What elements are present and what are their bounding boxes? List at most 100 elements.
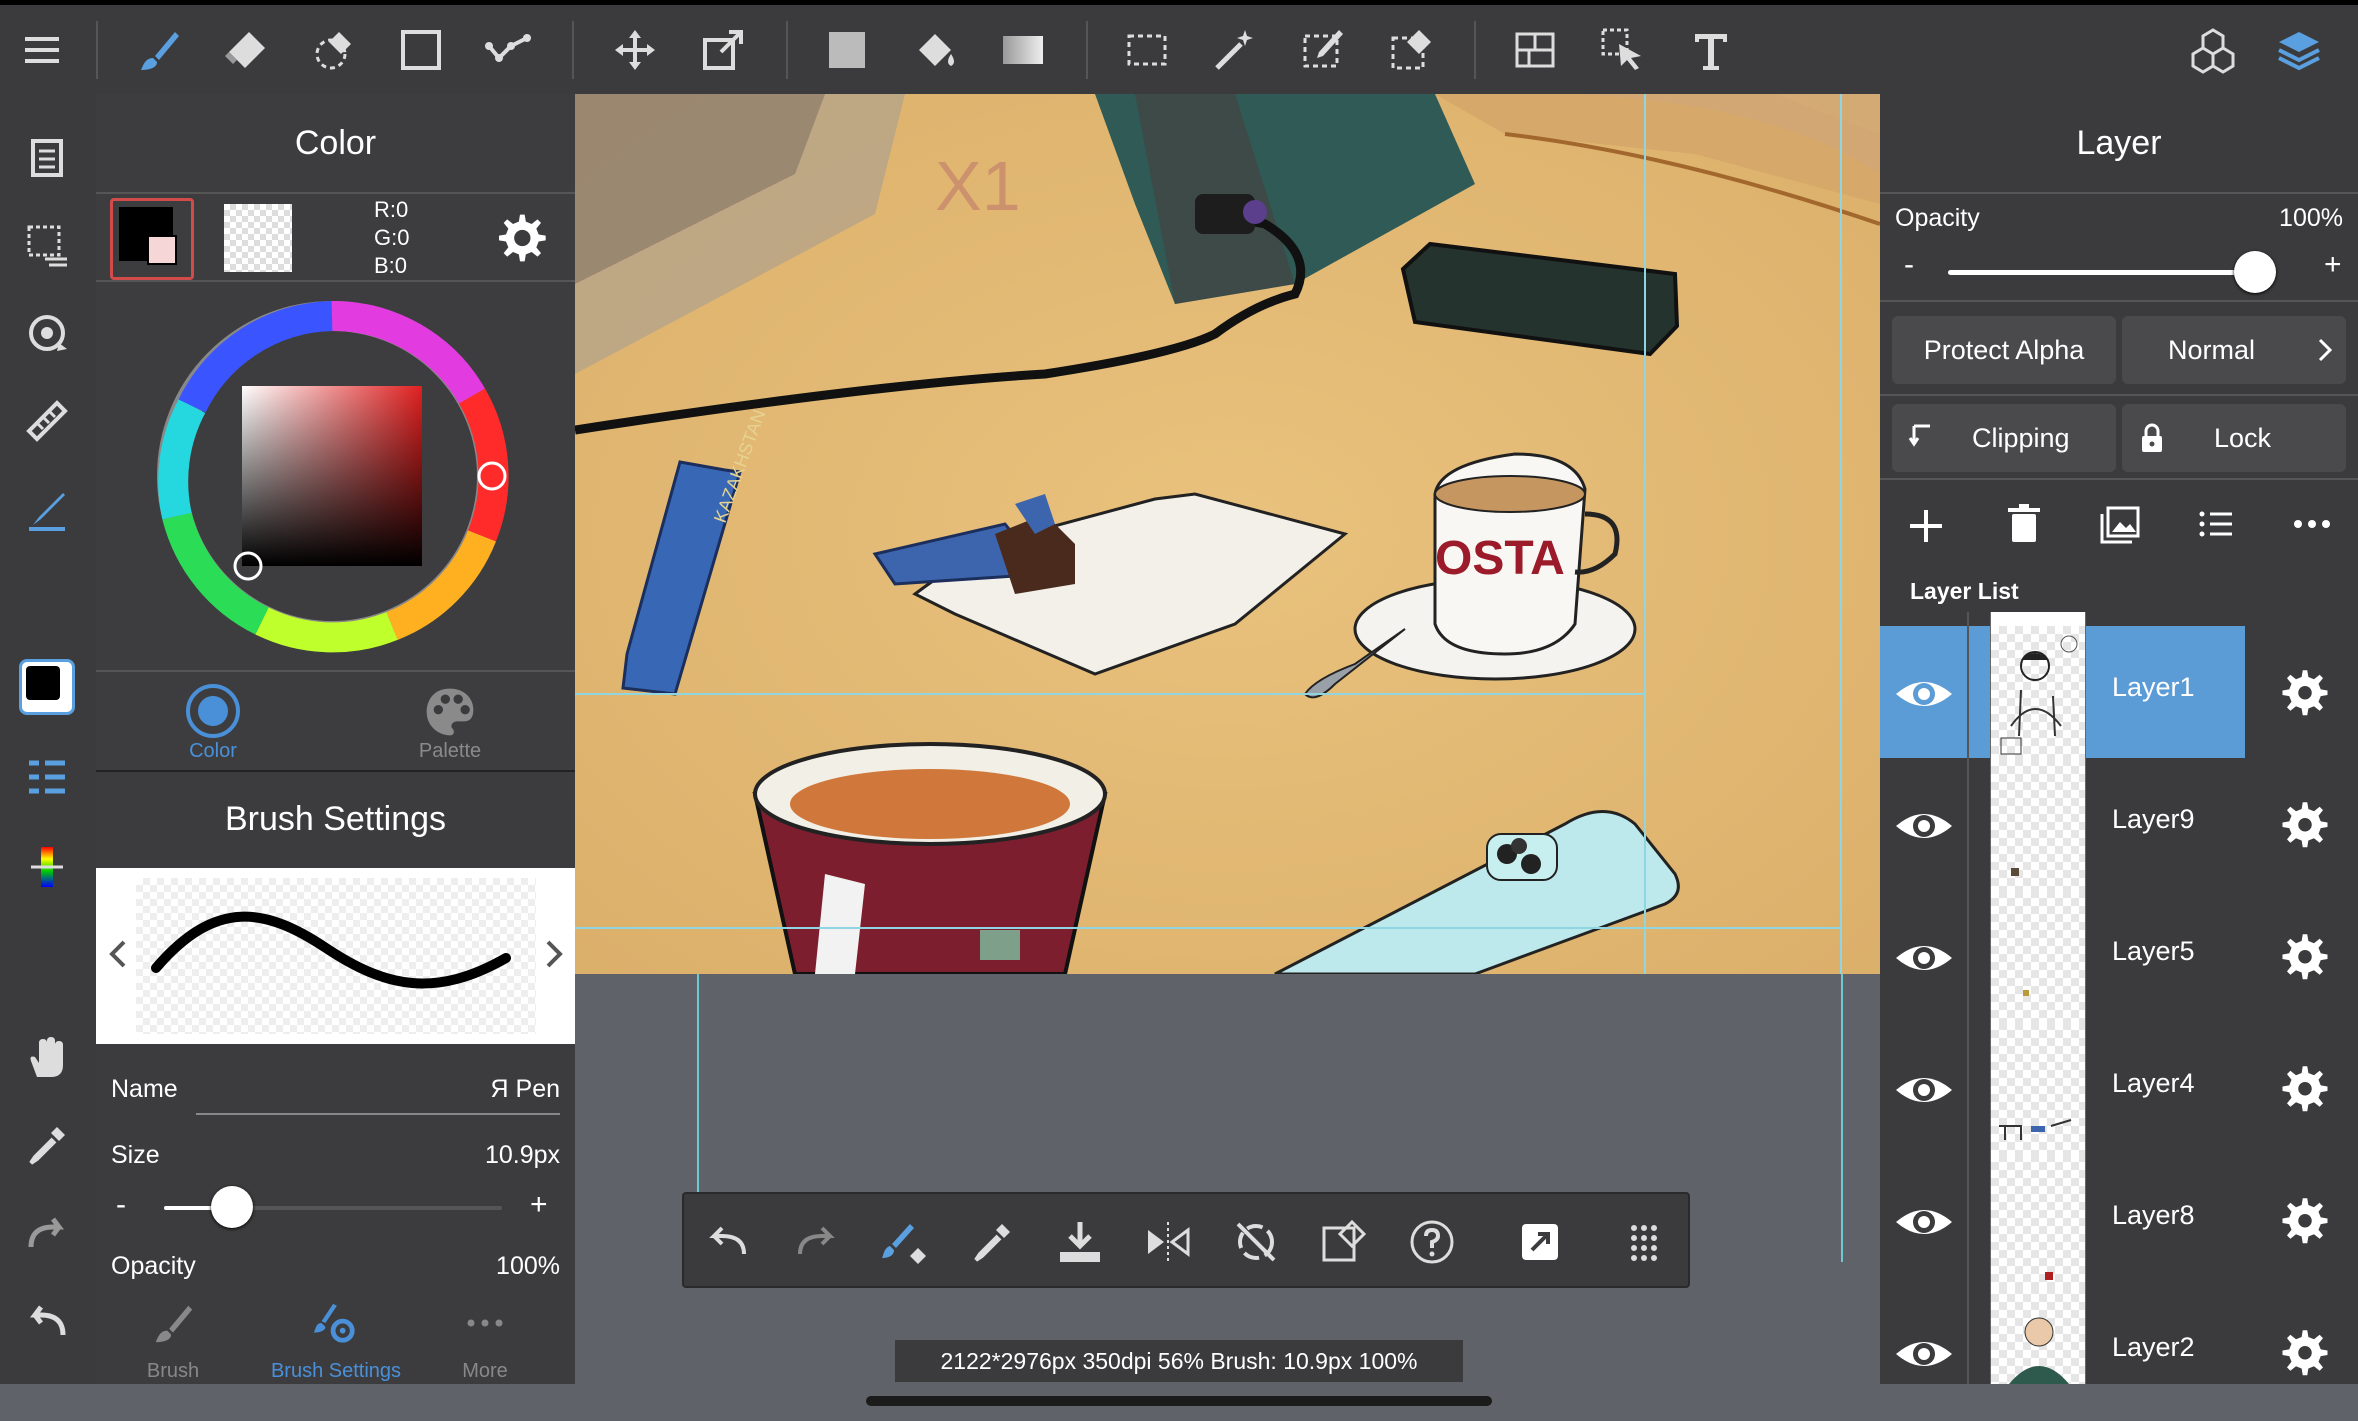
brush-tab-icon[interactable] <box>150 1300 196 1346</box>
layer-settings-gear-icon[interactable] <box>2278 800 2332 854</box>
visibility-eye-icon[interactable] <box>1892 1322 1956 1384</box>
size-minus-button[interactable]: - <box>116 1188 126 1222</box>
layer-opacity-minus-button[interactable]: - <box>1904 248 1914 282</box>
fill-color-icon[interactable] <box>816 19 878 81</box>
bucket-icon[interactable] <box>904 19 966 81</box>
magic-wand-icon[interactable] <box>1204 19 1266 81</box>
current-color-icon[interactable] <box>14 654 80 720</box>
layer-row[interactable]: Layer5 <box>1880 890 2358 1022</box>
brush-prev-chevron-icon[interactable] <box>104 934 134 974</box>
delete-layer-icon[interactable] <box>2002 502 2046 546</box>
brush-settings-tab-label[interactable]: Brush Settings <box>250 1360 422 1383</box>
layer-row[interactable]: Layer8 <box>1880 1154 2358 1286</box>
layer-row[interactable]: Layer9 <box>1880 758 2358 890</box>
text-icon[interactable] <box>1680 19 1742 81</box>
grip-handle-icon[interactable] <box>1616 1214 1672 1270</box>
eyedropper-icon[interactable] <box>964 1214 1020 1270</box>
layer-opacity-plus-button[interactable]: + <box>2324 248 2342 282</box>
layer-opacity-slider[interactable] <box>1948 251 2276 293</box>
layer-list-options-icon[interactable] <box>2194 502 2238 546</box>
gradient-icon[interactable] <box>992 19 1054 81</box>
3d-icon[interactable] <box>2182 19 2244 81</box>
snap-pen-icon[interactable] <box>14 476 80 542</box>
layer-settings-gear-icon[interactable] <box>2278 932 2332 986</box>
frame-icon[interactable] <box>1504 19 1566 81</box>
transform-icon[interactable] <box>692 19 754 81</box>
more-tab-label[interactable]: More <box>432 1360 538 1383</box>
drawing-canvas[interactable]: X1 KAZAKHSTAN OSTA <box>575 94 1880 974</box>
brush-name-value[interactable]: Я Pen <box>491 1075 560 1104</box>
name-label: Name <box>111 1075 178 1103</box>
primary-color-swatch[interactable] <box>110 198 194 280</box>
select-rect-icon[interactable] <box>1116 19 1178 81</box>
add-layer-icon[interactable] <box>1904 504 1948 548</box>
layer-settings-gear-icon[interactable] <box>2278 1328 2332 1382</box>
color-tab-label[interactable]: Color <box>156 740 270 763</box>
color-wheel[interactable] <box>152 296 512 656</box>
brush-eraser-toggle-icon[interactable] <box>876 1214 932 1270</box>
layer-row[interactable]: Layer1 <box>1880 626 2358 758</box>
lasso-icon[interactable] <box>478 19 540 81</box>
menu-icon[interactable] <box>12 19 74 81</box>
layer-more-icon[interactable] <box>2290 502 2334 546</box>
protect-alpha-button[interactable]: Protect Alpha <box>1892 316 2116 384</box>
secondary-color-swatch[interactable] <box>224 204 292 272</box>
status-bar: 2122*2976px 350dpi 56% Brush: 10.9px 100… <box>895 1340 1463 1382</box>
select-pen-icon[interactable] <box>1292 19 1354 81</box>
visibility-eye-icon[interactable] <box>1892 1058 1956 1122</box>
selection-layer-icon[interactable] <box>14 212 80 278</box>
eyedropper-icon[interactable] <box>14 1112 80 1178</box>
smudge-icon[interactable] <box>302 19 364 81</box>
visibility-eye-icon[interactable] <box>1892 662 1956 726</box>
pages-icon[interactable] <box>14 124 80 190</box>
clipping-button[interactable]: Clipping <box>1892 404 2116 472</box>
select-layer-icon[interactable] <box>1592 19 1654 81</box>
more-tab-icon[interactable] <box>462 1310 508 1336</box>
help-icon[interactable] <box>1404 1214 1460 1270</box>
visibility-eye-icon[interactable] <box>1892 794 1956 858</box>
layers-icon[interactable] <box>2268 19 2330 81</box>
palette-tab-label[interactable]: Palette <box>392 740 508 763</box>
hand-icon[interactable] <box>14 1024 80 1090</box>
visibility-eye-icon[interactable] <box>1892 1190 1956 1254</box>
size-slider-knob[interactable] <box>210 1186 253 1228</box>
brush-settings-tab-icon[interactable] <box>312 1300 358 1346</box>
layer-row[interactable]: Layer2 <box>1880 1286 2358 1384</box>
select-eraser-icon[interactable] <box>1380 19 1442 81</box>
flip-horizontal-icon[interactable] <box>1140 1214 1196 1270</box>
layer-image-icon[interactable] <box>2098 502 2142 546</box>
undo-icon[interactable] <box>700 1214 756 1270</box>
layer-name: Layer5 <box>2112 936 2195 966</box>
move-icon[interactable] <box>604 19 666 81</box>
shape-icon[interactable] <box>390 19 452 81</box>
color-settings-gear-icon[interactable] <box>492 210 548 266</box>
size-slider-track[interactable] <box>164 1186 502 1228</box>
visibility-eye-icon[interactable] <box>1892 926 1956 990</box>
selection-edit-icon[interactable] <box>1316 1214 1372 1270</box>
size-plus-button[interactable]: + <box>530 1188 548 1222</box>
color-tab-icon[interactable] <box>186 684 240 738</box>
undo-icon[interactable] <box>14 1288 80 1354</box>
rotation-lock-icon[interactable] <box>1228 1214 1284 1270</box>
ruler-icon[interactable] <box>14 388 80 454</box>
blend-mode-button[interactable]: Normal <box>2122 316 2346 384</box>
layer-settings-gear-icon[interactable] <box>2278 668 2332 722</box>
redo-icon[interactable] <box>788 1214 844 1270</box>
brush-list-icon[interactable] <box>14 744 80 810</box>
home-indicator[interactable] <box>866 1396 1492 1406</box>
layer-row[interactable]: Layer4 <box>1880 1022 2358 1154</box>
brush-icon[interactable] <box>128 19 190 81</box>
redo-icon[interactable] <box>14 1200 80 1266</box>
layer-settings-gear-icon[interactable] <box>2278 1064 2332 1118</box>
save-download-icon[interactable] <box>1052 1214 1108 1270</box>
rotate-canvas-icon[interactable] <box>14 300 80 366</box>
lock-button[interactable]: Lock <box>2122 404 2346 472</box>
brush-next-chevron-icon[interactable] <box>538 934 568 974</box>
palette-icon[interactable] <box>422 684 478 740</box>
reference-window-icon[interactable] <box>1512 1214 1568 1270</box>
layer-settings-gear-icon[interactable] <box>2278 1196 2332 1250</box>
eraser-icon[interactable] <box>214 19 276 81</box>
color-bar-icon[interactable] <box>14 834 80 900</box>
brush-tab-label[interactable]: Brush <box>116 1360 230 1383</box>
layer-opacity-knob[interactable] <box>2234 251 2276 293</box>
